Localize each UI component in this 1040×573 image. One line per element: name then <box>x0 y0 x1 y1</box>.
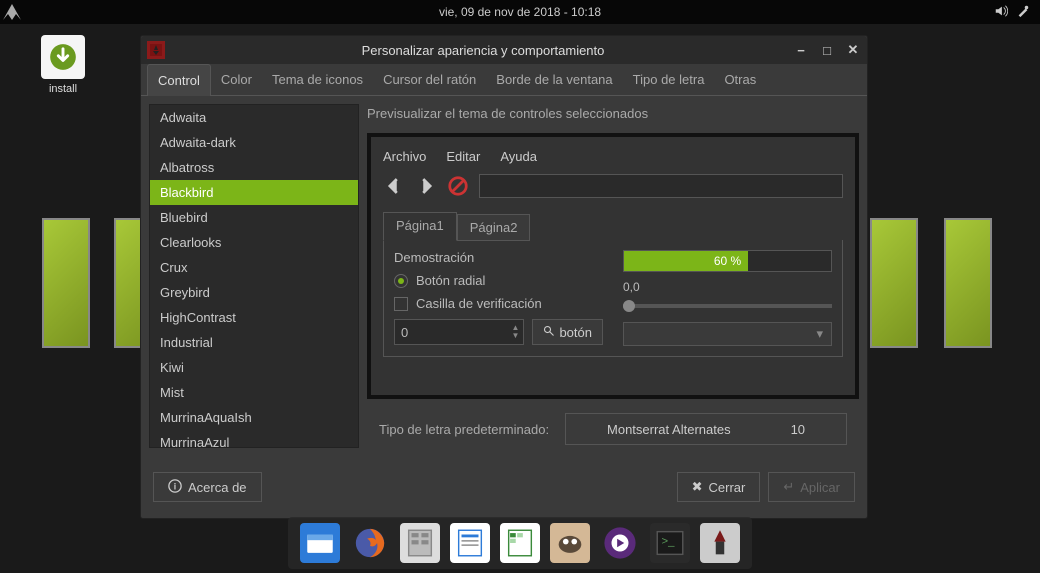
theme-item[interactable]: Albatross <box>150 155 358 180</box>
top-panel: vie, 09 de nov de 2018 - 10:18 <box>0 0 1040 24</box>
font-picker-button[interactable]: Montserrat Alternates 10 <box>565 413 847 445</box>
theme-item[interactable]: MurrinaAzul <box>150 430 358 448</box>
svg-text:i: i <box>174 481 176 491</box>
tab-color[interactable]: Color <box>211 64 262 95</box>
theme-item[interactable]: Adwaita <box>150 105 358 130</box>
progress-bar: 60 % <box>623 250 832 272</box>
url-input[interactable] <box>479 174 843 198</box>
slider[interactable] <box>623 304 832 308</box>
close-icon: ✖ <box>692 479 703 495</box>
theme-item[interactable]: Greybird <box>150 280 358 305</box>
theme-list[interactable]: AdwaitaAdwaita-darkAlbatrossBlackbirdBlu… <box>149 104 359 448</box>
install-launcher[interactable]: install <box>38 35 88 95</box>
scale-value: 0,0 <box>623 280 832 294</box>
theme-item[interactable]: Bluebird <box>150 205 358 230</box>
close-window-button[interactable]: ✕ <box>845 42 861 58</box>
clock[interactable]: vie, 09 de nov de 2018 - 10:18 <box>439 5 601 19</box>
preview-menu-item[interactable]: Archivo <box>383 149 426 164</box>
tab-tema-de-iconos[interactable]: Tema de iconos <box>262 64 373 95</box>
search-icon <box>543 325 555 340</box>
app-icon <box>147 41 165 59</box>
close-button[interactable]: ✖ Cerrar <box>677 472 761 502</box>
dock: >_ <box>288 517 752 569</box>
default-font-label: Tipo de letra predeterminado: <box>379 422 549 437</box>
radio-label: Botón radial <box>416 273 485 288</box>
dock-firefox[interactable] <box>350 523 390 563</box>
distro-logo-icon[interactable] <box>0 0 24 24</box>
window-title: Personalizar apariencia y comportamiento <box>173 43 793 58</box>
preview-tab[interactable]: Página1 <box>383 212 457 241</box>
dock-gimp[interactable] <box>550 523 590 563</box>
install-label: install <box>49 83 77 95</box>
settings-tray-icon[interactable] <box>1016 4 1030 21</box>
stop-icon[interactable] <box>447 175 469 197</box>
preview-box: Archivo Editar Ayuda Página1Página2 Demost… <box>367 133 859 399</box>
info-icon: i <box>168 479 182 496</box>
checkbox-label: Casilla de verificación <box>416 296 542 311</box>
download-icon <box>41 35 85 79</box>
dock-terminal[interactable]: >_ <box>650 523 690 563</box>
preview-label: Previsualizar el tema de controles selec… <box>367 104 859 125</box>
radio-icon <box>394 274 408 288</box>
about-button[interactable]: i Acerca de <box>153 472 262 502</box>
tab-tipo-de-letra[interactable]: Tipo de letra <box>623 64 715 95</box>
tab-cursor-del-ratón[interactable]: Cursor del ratón <box>373 64 486 95</box>
minimize-button[interactable]: − <box>793 42 809 58</box>
radio-option[interactable]: Botón radial <box>394 273 603 288</box>
dock-writer[interactable] <box>450 523 490 563</box>
svg-text:>_: >_ <box>662 535 676 547</box>
tab-borde-de-la-ventana[interactable]: Borde de la ventana <box>486 64 622 95</box>
maximize-button[interactable]: □ <box>819 42 835 58</box>
theme-item[interactable]: Blackbird <box>150 180 358 205</box>
theme-item[interactable]: MurrinaAquaIsh <box>150 405 358 430</box>
theme-item[interactable]: Industrial <box>150 330 358 355</box>
dock-files[interactable] <box>300 523 340 563</box>
search-button[interactable]: botón <box>532 319 603 345</box>
tab-otras[interactable]: Otras <box>714 64 766 95</box>
dock-calc[interactable] <box>500 523 540 563</box>
demo-title: Demostración <box>394 250 603 265</box>
dock-archive[interactable] <box>400 523 440 563</box>
apply-button[interactable]: ↵ Aplicar <box>768 472 855 502</box>
chevron-down-icon: ▾ <box>816 326 823 342</box>
checkbox-icon <box>394 297 408 311</box>
theme-item[interactable]: Mist <box>150 380 358 405</box>
theme-item[interactable]: HighContrast <box>150 305 358 330</box>
volume-icon[interactable] <box>994 4 1008 21</box>
appearance-window: Personalizar apariencia y comportamiento… <box>140 35 868 519</box>
back-icon[interactable] <box>383 175 405 197</box>
forward-icon[interactable] <box>415 175 437 197</box>
checkbox-option[interactable]: Casilla de verificación <box>394 296 603 311</box>
main-tabs: ControlColorTema de iconosCursor del rat… <box>141 64 867 96</box>
theme-item[interactable]: Crux <box>150 255 358 280</box>
dock-media[interactable] <box>600 523 640 563</box>
preview-menu-item[interactable]: Editar <box>446 149 480 164</box>
tab-control[interactable]: Control <box>147 64 211 96</box>
combobox[interactable]: ▾ <box>623 322 832 346</box>
theme-item[interactable]: Kiwi <box>150 355 358 380</box>
font-size: 10 <box>791 422 805 437</box>
titlebar[interactable]: Personalizar apariencia y comportamiento… <box>141 36 867 64</box>
preview-menu-item[interactable]: Ayuda <box>500 149 537 164</box>
spin-input[interactable]: 0▲▼ <box>394 319 524 345</box>
font-name: Montserrat Alternates <box>607 422 731 437</box>
dock-appearance[interactable] <box>700 523 740 563</box>
preview-tab[interactable]: Página2 <box>457 214 531 241</box>
theme-item[interactable]: Adwaita-dark <box>150 130 358 155</box>
theme-item[interactable]: Clearlooks <box>150 230 358 255</box>
apply-icon: ↵ <box>783 479 794 495</box>
